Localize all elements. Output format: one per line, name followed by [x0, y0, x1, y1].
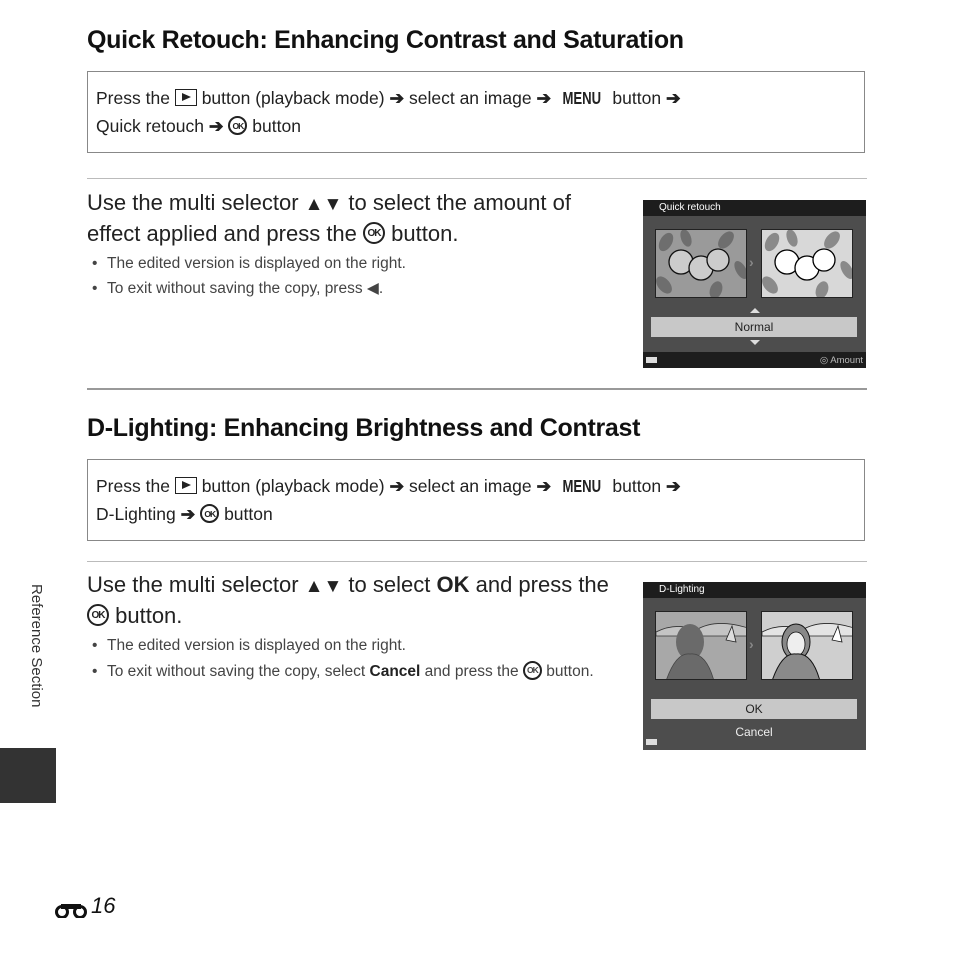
section-side-label: Reference Section: [28, 584, 45, 708]
option-cancel: Cancel: [735, 725, 773, 739]
camera-screen-quick-retouch: Quick retouch › Normal ◎ Amount: [643, 200, 866, 368]
arrow-icon: ➔: [208, 116, 224, 136]
chevron-right-icon: ›: [749, 254, 754, 270]
down-arrow-icon: [750, 340, 760, 345]
section-divider: [87, 388, 867, 390]
procedure-path-box: Press the button (playback mode) ➔ selec…: [87, 71, 865, 153]
section-title-d-lighting: D-Lighting: Enhancing Brightness and Con…: [87, 414, 641, 442]
screen-title: Quick retouch: [659, 202, 721, 213]
chevron-right-icon: ›: [749, 636, 754, 652]
ok-button-icon: OK: [522, 660, 542, 680]
ok-button-icon: OK: [228, 116, 248, 136]
option-ok-selected: OK: [651, 699, 857, 719]
section-title-quick-retouch: Quick Retouch: Enhancing Contrast and Sa…: [87, 26, 684, 54]
menu-button-icon: MENU: [562, 476, 602, 496]
battery-icon: [646, 739, 657, 745]
section-tab-marker: [0, 748, 56, 803]
arrow-icon: ➔: [389, 88, 405, 108]
menu-button-icon: MENU: [562, 88, 602, 108]
edited-image-thumbnail: [761, 611, 853, 680]
arrow-icon: ➔: [536, 88, 552, 108]
left-arrow-icon: ◀: [366, 280, 379, 297]
procedure-path-box: Press the button (playback mode) ➔ selec…: [87, 459, 865, 541]
path-line-2: D-Lighting ➔ OK button: [96, 504, 273, 524]
divider: [87, 178, 867, 179]
up-down-selector-icon: ▲▼: [304, 576, 343, 597]
arrow-icon: ➔: [665, 476, 681, 496]
amount-selected-option: Normal: [651, 317, 857, 337]
arrow-icon: ➔: [180, 504, 196, 524]
arrow-icon: ➔: [665, 88, 681, 108]
arrow-icon: ➔: [536, 476, 552, 496]
ok-button-icon: OK: [363, 222, 386, 245]
path-line-1: Press the button (playback mode) ➔ selec…: [96, 472, 856, 500]
path-line-2: Quick retouch ➔ OK button: [96, 116, 301, 136]
playback-button-icon: [174, 477, 197, 495]
screen-title: D-Lighting: [659, 584, 705, 595]
ok-button-icon: OK: [200, 504, 220, 524]
step-instruction: Use the multi selector ▲▼ to select OK a…: [87, 572, 609, 628]
original-image-thumbnail: [655, 611, 747, 680]
up-down-selector-icon: ▲▼: [304, 194, 343, 215]
arrow-icon: ➔: [389, 476, 405, 496]
step-instruction: Use the multi selector ▲▼ to select the …: [87, 190, 571, 246]
up-arrow-icon: [750, 308, 760, 313]
path-line-1: Press the button (playback mode) ➔ selec…: [96, 84, 856, 112]
battery-icon: [646, 357, 657, 363]
original-image-thumbnail: [655, 229, 747, 298]
multi-selector-icon: ◎: [819, 355, 829, 366]
playback-button-icon: [174, 89, 197, 107]
divider: [87, 561, 867, 562]
page-number: 16: [54, 893, 115, 919]
camera-screen-d-lighting: D-Lighting › OK Cancel: [643, 582, 866, 750]
ok-button-icon: OK: [87, 604, 109, 627]
binoculars-icon: [54, 898, 88, 919]
edited-image-thumbnail: [761, 229, 853, 298]
